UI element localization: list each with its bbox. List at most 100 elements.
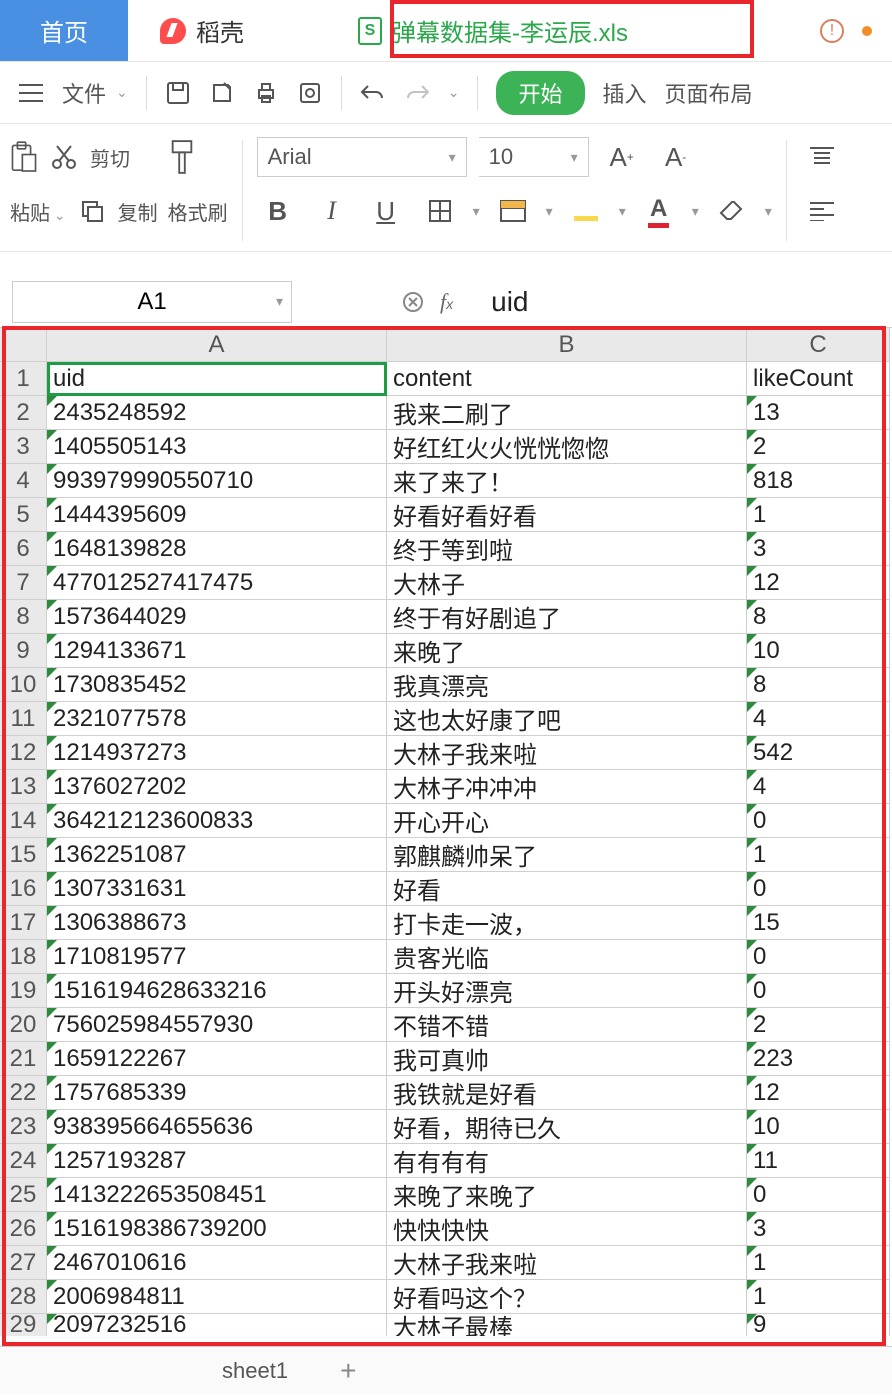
cell[interactable]: uid: [47, 362, 387, 396]
cell[interactable]: 1413222653508451: [47, 1178, 387, 1212]
cell[interactable]: 1648139828: [47, 532, 387, 566]
cell[interactable]: 来晚了: [387, 634, 747, 668]
cell[interactable]: 11: [747, 1144, 890, 1178]
warning-icon[interactable]: !: [820, 19, 844, 43]
paste-icon[interactable]: [10, 143, 38, 171]
tab-file[interactable]: 弹幕数据集-李运辰.xls: [326, 0, 660, 61]
cell[interactable]: 1405505143: [47, 430, 387, 464]
row-header[interactable]: 3: [0, 430, 47, 464]
chevron-down-icon[interactable]: ▾: [546, 203, 553, 220]
cell[interactable]: 542: [747, 736, 890, 770]
save-as-icon[interactable]: [209, 80, 235, 106]
tab-duba[interactable]: 稻壳: [128, 0, 276, 61]
save-icon[interactable]: [165, 80, 191, 106]
cell[interactable]: 3: [747, 1212, 890, 1246]
row-header[interactable]: 27: [0, 1246, 47, 1280]
redo-icon[interactable]: [404, 80, 430, 106]
cell[interactable]: 开心开心: [387, 804, 747, 838]
cell[interactable]: 1: [747, 498, 890, 532]
cell[interactable]: 大林子我来啦: [387, 1246, 747, 1280]
file-menu[interactable]: 文件 ⌄: [62, 77, 128, 109]
cell[interactable]: 大林子冲冲冲: [387, 770, 747, 804]
row-header[interactable]: 10: [0, 668, 47, 702]
cell[interactable]: 2435248592: [47, 396, 387, 430]
undo-icon[interactable]: [360, 80, 386, 106]
cell[interactable]: 15: [747, 906, 890, 940]
cell[interactable]: 1362251087: [47, 838, 387, 872]
chevron-down-icon[interactable]: ▾: [765, 203, 772, 220]
row-header[interactable]: 6: [0, 532, 47, 566]
cell[interactable]: 1376027202: [47, 770, 387, 804]
cell[interactable]: 1757685339: [47, 1076, 387, 1110]
chevron-down-icon[interactable]: ▾: [692, 203, 699, 220]
cell[interactable]: 好看: [387, 872, 747, 906]
cell[interactable]: 开头好漂亮: [387, 974, 747, 1008]
cell[interactable]: 郭麒麟帅呆了: [387, 838, 747, 872]
cell[interactable]: 2467010616: [47, 1246, 387, 1280]
cell[interactable]: 12: [747, 1076, 890, 1110]
cell[interactable]: 好红红火火恍恍惚惚: [387, 430, 747, 464]
row-header[interactable]: 22: [0, 1076, 47, 1110]
cell[interactable]: 938395664655636: [47, 1110, 387, 1144]
cell[interactable]: 终于有好剧追了: [387, 600, 747, 634]
paste-label[interactable]: 粘贴 ⌄: [10, 197, 66, 226]
hamburger-icon[interactable]: [18, 80, 44, 106]
cell[interactable]: 1444395609: [47, 498, 387, 532]
row-header[interactable]: 5: [0, 498, 47, 532]
cell[interactable]: 好看好看好看: [387, 498, 747, 532]
cell[interactable]: 我可真帅: [387, 1042, 747, 1076]
row-header[interactable]: 9: [0, 634, 47, 668]
row-header[interactable]: 28: [0, 1280, 47, 1314]
cell[interactable]: 0: [747, 974, 890, 1008]
chevron-down-icon[interactable]: ⌄: [448, 84, 460, 101]
cell[interactable]: 大林子我来啦: [387, 736, 747, 770]
cell[interactable]: 大林子最棒: [387, 1314, 747, 1336]
row-header[interactable]: 8: [0, 600, 47, 634]
copy-icon[interactable]: [78, 197, 106, 225]
cell[interactable]: 我铁就是好看: [387, 1076, 747, 1110]
fill-color-icon[interactable]: [565, 190, 607, 232]
cell[interactable]: 好看，期待已久: [387, 1110, 747, 1144]
cell[interactable]: 364212123600833: [47, 804, 387, 838]
align-top-icon[interactable]: [801, 136, 843, 178]
cell[interactable]: likeCount: [747, 362, 890, 396]
chevron-down-icon[interactable]: ▾: [473, 203, 480, 220]
cell[interactable]: 好看吗这个？: [387, 1280, 747, 1314]
ribbon-tab-insert[interactable]: 插入: [603, 77, 647, 109]
bold-button[interactable]: B: [257, 190, 299, 232]
row-header[interactable]: 25: [0, 1178, 47, 1212]
cell[interactable]: 223: [747, 1042, 890, 1076]
ribbon-tab-page-layout[interactable]: 页面布局: [665, 77, 753, 109]
formula-value[interactable]: uid: [491, 286, 528, 318]
cell[interactable]: 1257193287: [47, 1144, 387, 1178]
cut-icon[interactable]: [50, 143, 78, 171]
row-header[interactable]: 26: [0, 1212, 47, 1246]
row-header[interactable]: 7: [0, 566, 47, 600]
cell[interactable]: 终于等到啦: [387, 532, 747, 566]
cell[interactable]: 1307331631: [47, 872, 387, 906]
font-name-select[interactable]: Arial ▾: [257, 137, 467, 177]
cell[interactable]: 2097232516: [47, 1314, 387, 1336]
cell[interactable]: 0: [747, 1178, 890, 1212]
cell[interactable]: 1: [747, 1280, 890, 1314]
cell[interactable]: 1: [747, 838, 890, 872]
cell[interactable]: 快快快快: [387, 1212, 747, 1246]
row-header[interactable]: 20: [0, 1008, 47, 1042]
spreadsheet-grid[interactable]: A B C 1uidcontentlikeCount22435248592我来二…: [0, 328, 892, 1336]
row-header[interactable]: 15: [0, 838, 47, 872]
col-header-B[interactable]: B: [387, 328, 747, 362]
cell[interactable]: 10: [747, 634, 890, 668]
sheet-tab-1[interactable]: sheet1: [200, 1352, 310, 1390]
cell[interactable]: 0: [747, 872, 890, 906]
row-header[interactable]: 1: [0, 362, 47, 396]
cell[interactable]: 2: [747, 430, 890, 464]
cell[interactable]: 来了来了！: [387, 464, 747, 498]
format-painter-label[interactable]: 格式刷: [168, 197, 228, 226]
ribbon-tab-start[interactable]: 开始: [496, 71, 584, 115]
cell[interactable]: 4: [747, 770, 890, 804]
print-icon[interactable]: [253, 80, 279, 106]
cell[interactable]: 1659122267: [47, 1042, 387, 1076]
cell[interactable]: 不错不错: [387, 1008, 747, 1042]
cell[interactable]: 1730835452: [47, 668, 387, 702]
decrease-font-icon[interactable]: A-: [655, 136, 697, 178]
